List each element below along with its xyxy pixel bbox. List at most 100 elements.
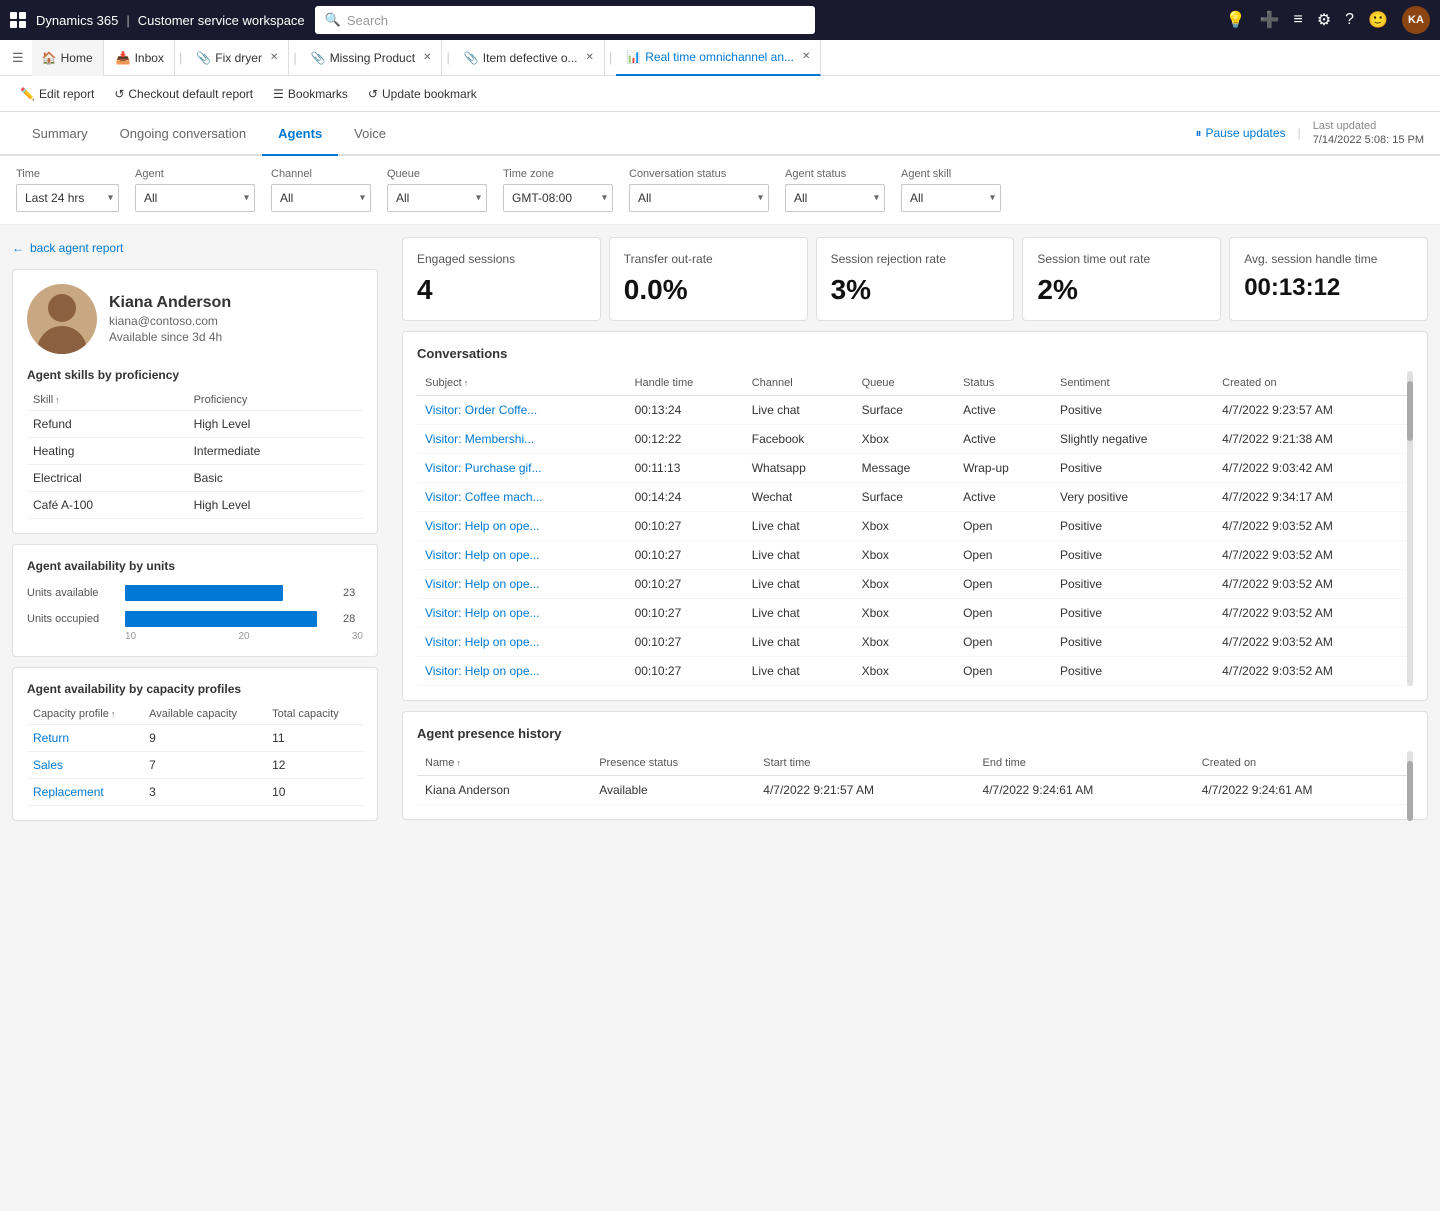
metric-handle: Avg. session handle time 00:13:12 <box>1229 237 1428 321</box>
queue-select[interactable]: All <box>387 184 487 212</box>
edit-report-button[interactable]: ✏️ Edit report <box>12 83 102 105</box>
presence-row: Kiana Anderson Available 4/7/2022 9:21:5… <box>417 776 1413 805</box>
filter-conv-status: Conversation status All <box>629 168 769 212</box>
conversation-row: Visitor: Help on ope... 00:10:27 Live ch… <box>417 570 1413 599</box>
top-navigation: Dynamics 365 | Customer service workspac… <box>0 0 1440 40</box>
conversation-row: Visitor: Help on ope... 00:10:27 Live ch… <box>417 512 1413 541</box>
tab-real-time[interactable]: 📊 Real time omnichannel an... ✕ <box>616 40 821 76</box>
presence-table: Name↑ Presence status Start time End tim… <box>417 751 1413 805</box>
scrollbar-thumb[interactable] <box>1407 381 1413 441</box>
report-tab-list: Summary Ongoing conversation Agents Voic… <box>16 112 402 154</box>
bookmarks-icon: ☰ <box>273 87 284 101</box>
conversation-row: Visitor: Coffee mach... 00:14:24 Wechat … <box>417 483 1413 512</box>
conversation-row: Visitor: Help on ope... 00:10:27 Live ch… <box>417 628 1413 657</box>
conversation-row: Visitor: Membershi... 00:12:22 Facebook … <box>417 425 1413 454</box>
skills-row: RefundHigh Level <box>27 411 363 438</box>
availability-card: Agent availability by units Units availa… <box>12 544 378 657</box>
scrollbar-thumb[interactable] <box>1407 761 1413 821</box>
scrollbar-track <box>1407 751 1413 805</box>
filter-agent-skill: Agent skill All <box>901 168 1001 212</box>
tab-voice[interactable]: Voice <box>338 112 402 156</box>
pause-updates-button[interactable]: ⏸ Pause updates <box>1195 126 1285 141</box>
conversations-table-container[interactable]: Subject↑ Handle time Channel Queue Statu… <box>417 371 1413 686</box>
app-brand: Dynamics 365 | Customer service workspac… <box>36 13 305 28</box>
right-panel: Engaged sessions 4 Transfer out-rate 0.0… <box>390 225 1440 1211</box>
bookmarks-button[interactable]: ☰ Bookmarks <box>265 83 356 105</box>
filter-agent: Agent All <box>135 168 255 212</box>
filter-timezone: Time zone GMT-08:00 <box>503 168 613 212</box>
timezone-select[interactable]: GMT-08:00 <box>503 184 613 212</box>
home-icon: 🏠 <box>42 51 57 65</box>
report-tab-bar: Summary Ongoing conversation Agents Voic… <box>0 112 1440 156</box>
channel-select[interactable]: All <box>271 184 371 212</box>
settings-icon[interactable]: ⚙ <box>1317 10 1331 30</box>
add-icon[interactable]: ➕ <box>1260 10 1280 30</box>
filter-agent-status: Agent status All <box>785 168 885 212</box>
metric-timeout: Session time out rate 2% <box>1022 237 1221 321</box>
main-content: ← back agent report Kiana Anderson kiana… <box>0 225 1440 1211</box>
conversations-title: Conversations <box>417 346 1413 361</box>
scrollbar-track <box>1407 371 1413 686</box>
hamburger-menu[interactable]: ☰ <box>6 46 30 70</box>
app-logo <box>10 12 26 28</box>
report-toolbar: ✏️ Edit report ↺ Checkout default report… <box>0 76 1440 112</box>
metric-engaged: Engaged sessions 4 <box>402 237 601 321</box>
time-select[interactable]: Last 24 hrs Last 7 days Last 30 days <box>16 184 119 212</box>
skills-row: Café A-100High Level <box>27 492 363 519</box>
conv-status-select[interactable]: All <box>629 184 769 212</box>
back-nav[interactable]: ← back agent report <box>12 237 378 259</box>
filter-time: Time Last 24 hrs Last 7 days Last 30 day… <box>16 168 119 212</box>
tab-bar: ☰ 🏠 Home 📥 Inbox | 📎 Fix dryer ✕ | 📎 Mis… <box>0 40 1440 76</box>
filter-queue: Queue All <box>387 168 487 212</box>
tab-close-icon[interactable]: ✕ <box>423 52 431 63</box>
search-icon: 🔍 <box>325 12 341 28</box>
tab-missing-product[interactable]: 📎 Missing Product ✕ <box>301 40 443 76</box>
search-bar[interactable]: 🔍 Search <box>315 6 815 34</box>
update-icon: ↺ <box>368 87 378 101</box>
capacity-row: Return911 <box>27 725 363 752</box>
tab-summary[interactable]: Summary <box>16 112 104 156</box>
filter-icon[interactable]: ≡ <box>1293 11 1302 29</box>
filter-bar: Time Last 24 hrs Last 7 days Last 30 day… <box>0 156 1440 225</box>
agent-avatar <box>27 284 97 354</box>
report-status: ⏸ Pause updates | Last updated 7/14/2022… <box>1195 120 1424 146</box>
capacity-title: Agent availability by capacity profiles <box>27 682 363 696</box>
tab-item-defective[interactable]: 📎 Item defective o... ✕ <box>454 40 605 76</box>
capacity-table: Capacity profile↑ Available capacity Tot… <box>27 704 363 806</box>
agent-email: kiana@contoso.com <box>109 314 231 328</box>
sort-arrow-icon: ↑ <box>55 395 60 405</box>
left-panel: ← back agent report Kiana Anderson kiana… <box>0 225 390 1211</box>
tab-close-icon[interactable]: ✕ <box>586 52 594 63</box>
skills-row: HeatingIntermediate <box>27 438 363 465</box>
agent-select[interactable]: All <box>135 184 255 212</box>
checkout-default-button[interactable]: ↺ Checkout default report <box>106 83 261 105</box>
tab-inbox[interactable]: 📥 Inbox <box>106 40 175 76</box>
bar-axis: 10 20 30 <box>27 627 363 642</box>
inbox-icon: 📥 <box>116 51 131 65</box>
tab-close-icon[interactable]: ✕ <box>802 51 810 62</box>
smiley-icon[interactable]: 🙂 <box>1368 10 1388 30</box>
skills-table: Skill↑ Proficiency RefundHigh LevelHeati… <box>27 390 363 519</box>
paperclip-icon: 📎 <box>464 51 479 65</box>
pause-icon: ⏸ <box>1195 126 1201 141</box>
presence-history-card: Agent presence history Name↑ Presence st… <box>402 711 1428 820</box>
tab-home[interactable]: 🏠 Home <box>32 40 104 76</box>
tab-fix-dryer[interactable]: 📎 Fix dryer ✕ <box>186 40 289 76</box>
bar-row: Units occupied 28 <box>27 611 363 627</box>
tab-close-icon[interactable]: ✕ <box>270 52 278 63</box>
help-icon[interactable]: ? <box>1345 11 1354 29</box>
paperclip-icon: 📎 <box>311 51 326 65</box>
filter-channel: Channel All <box>271 168 371 212</box>
agent-status-select[interactable]: All <box>785 184 885 212</box>
lightbulb-icon[interactable]: 💡 <box>1226 10 1246 30</box>
edit-icon: ✏️ <box>20 87 35 101</box>
tab-ongoing-conversation[interactable]: Ongoing conversation <box>104 112 262 156</box>
agent-skill-select[interactable]: All <box>901 184 1001 212</box>
metric-rejection: Session rejection rate 3% <box>816 237 1015 321</box>
update-bookmark-button[interactable]: ↺ Update bookmark <box>360 83 485 105</box>
user-avatar[interactable]: KA <box>1402 6 1430 34</box>
tab-agents[interactable]: Agents <box>262 112 338 156</box>
paperclip-icon: 📎 <box>196 51 211 65</box>
availability-title: Agent availability by units <box>27 559 363 573</box>
bar-fill <box>125 585 283 601</box>
